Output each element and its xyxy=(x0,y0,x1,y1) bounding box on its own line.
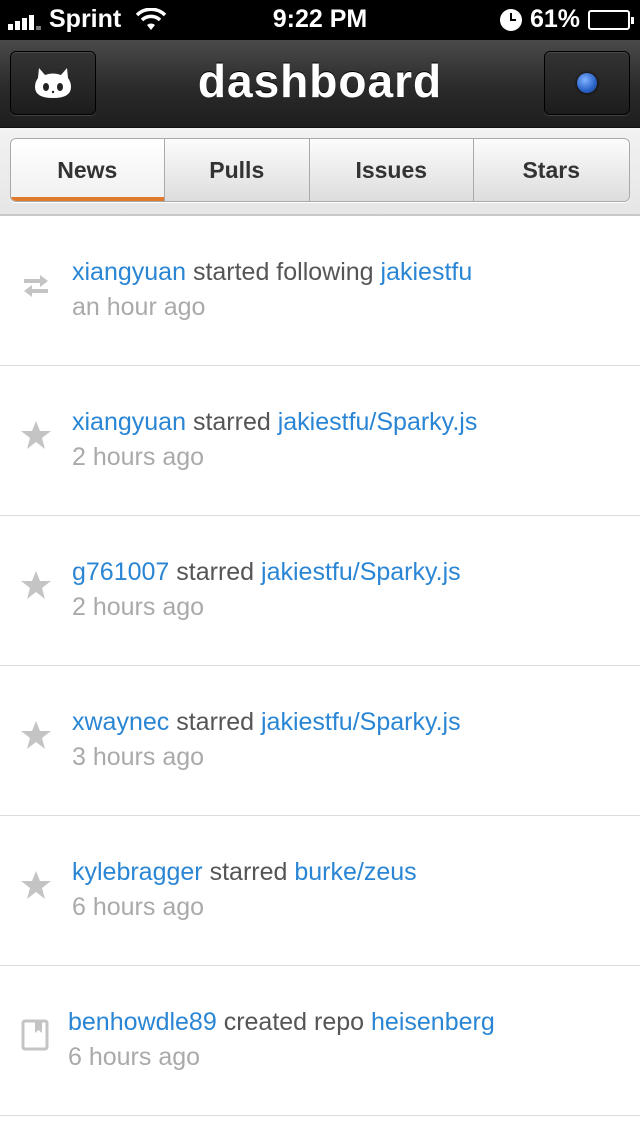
action-text: created repo xyxy=(223,1008,365,1036)
repo-icon xyxy=(21,1019,49,1051)
timestamp: 6 hours ago xyxy=(68,1043,201,1071)
timestamp: 2 hours ago xyxy=(72,443,205,471)
feed-item[interactable]: xiangyuan starred jakiestfu/Sparky.js 2 … xyxy=(0,366,640,516)
follow-icon xyxy=(24,275,48,297)
actor-link[interactable]: xiangyuan xyxy=(72,258,186,286)
timestamp: an hour ago xyxy=(72,293,206,321)
tab-bar: News Pulls Issues Stars xyxy=(0,128,640,216)
timestamp: 2 hours ago xyxy=(72,593,205,621)
feed-item[interactable]: g761007 starred jakiestfu/Sparky.js 2 ho… xyxy=(0,516,640,666)
target-link[interactable]: jakiestfu/Sparky.js xyxy=(261,708,461,736)
feed-text: kylebragger starred burke/zeus xyxy=(72,858,417,887)
news-feed: xiangyuan started following jakiestfu an… xyxy=(0,216,640,1116)
feed-text: benhowdle89 created repo heisenberg xyxy=(68,1008,495,1037)
notification-indicator-icon xyxy=(577,73,597,93)
navigation-bar: dashboard xyxy=(0,40,640,128)
action-text: starred xyxy=(209,858,288,886)
tab-stars[interactable]: Stars xyxy=(473,139,629,201)
feed-text: g761007 starred jakiestfu/Sparky.js xyxy=(72,558,461,587)
feed-text: xiangyuan started following jakiestfu xyxy=(72,258,472,287)
target-link[interactable]: jakiestfu/Sparky.js xyxy=(278,408,478,436)
target-link[interactable]: burke/zeus xyxy=(294,858,416,886)
alarm-clock-icon xyxy=(499,8,522,31)
tab-issues[interactable]: Issues xyxy=(310,139,474,201)
feed-text: xiangyuan starred jakiestfu/Sparky.js xyxy=(72,408,477,437)
actor-link[interactable]: benhowdle89 xyxy=(68,1008,217,1036)
star-icon xyxy=(21,421,51,449)
timestamp: 3 hours ago xyxy=(72,743,205,771)
status-bar: Sprint 9:22 PM 61% xyxy=(0,0,640,40)
feed-item[interactable]: kylebragger starred burke/zeus 6 hours a… xyxy=(0,816,640,966)
action-text: starred xyxy=(176,708,255,736)
star-icon xyxy=(21,571,51,599)
actor-link[interactable]: kylebragger xyxy=(72,858,203,886)
star-icon xyxy=(21,871,51,899)
action-text: starred xyxy=(192,408,271,436)
feed-item[interactable]: benhowdle89 created repo heisenberg 6 ho… xyxy=(0,966,640,1116)
battery-icon xyxy=(588,9,634,30)
tab-pulls[interactable]: Pulls xyxy=(164,139,311,201)
star-icon xyxy=(21,721,51,749)
actor-link[interactable]: g761007 xyxy=(72,558,169,586)
action-text: started following xyxy=(192,258,374,286)
notifications-button[interactable] xyxy=(544,51,630,115)
actor-link[interactable]: xwaynec xyxy=(72,708,169,736)
tab-news[interactable]: News xyxy=(11,139,165,201)
feed-text: xwaynec starred jakiestfu/Sparky.js xyxy=(72,708,461,737)
actor-link[interactable]: xiangyuan xyxy=(72,408,186,436)
action-text: starred xyxy=(176,558,255,586)
target-link[interactable]: jakiestfu xyxy=(381,258,473,286)
target-link[interactable]: heisenberg xyxy=(371,1008,495,1036)
feed-item[interactable]: xwaynec starred jakiestfu/Sparky.js 3 ho… xyxy=(0,666,640,816)
target-link[interactable]: jakiestfu/Sparky.js xyxy=(261,558,461,586)
segmented-control: News Pulls Issues Stars xyxy=(10,138,630,202)
battery-percent: 61% xyxy=(529,5,580,33)
feed-item[interactable]: xiangyuan started following jakiestfu an… xyxy=(0,216,640,366)
timestamp: 6 hours ago xyxy=(72,893,205,921)
